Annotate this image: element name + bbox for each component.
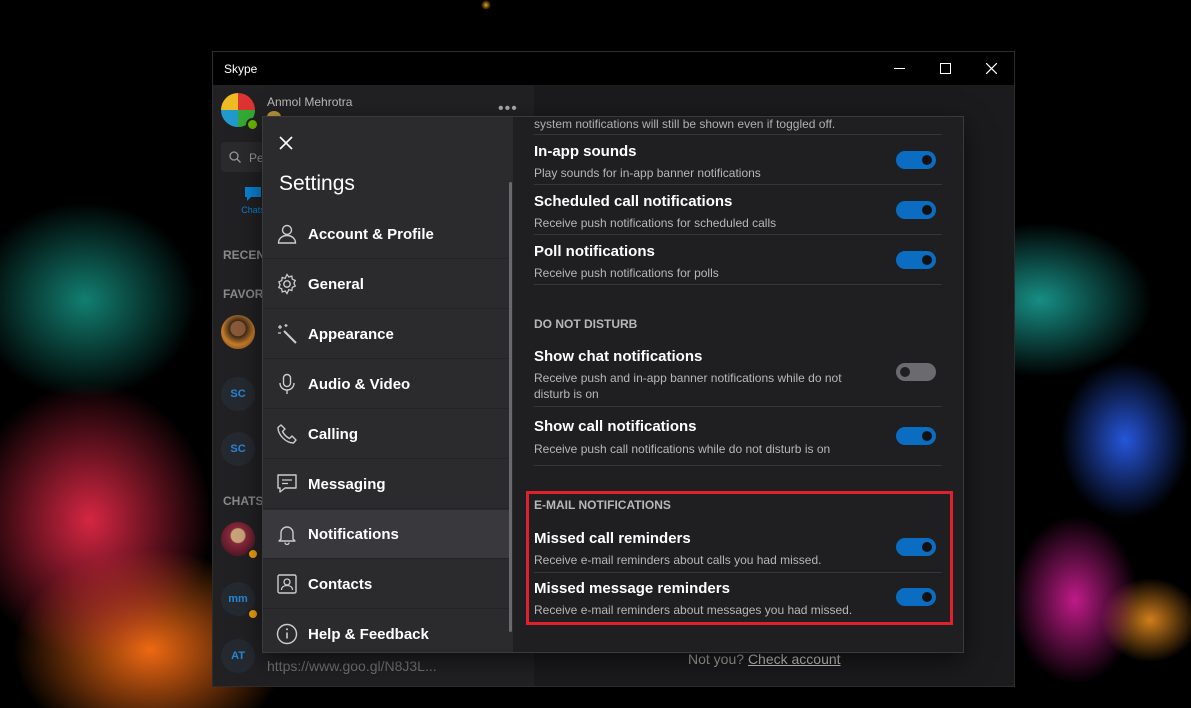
toggle-switch[interactable] — [896, 251, 936, 269]
nav-item-notifications[interactable]: Notifications — [263, 510, 511, 559]
toggle-switch[interactable] — [896, 363, 936, 381]
settings-nav: Settings Account & Profile General Appea… — [263, 117, 513, 652]
minimize-button[interactable] — [876, 52, 922, 85]
tab-chats-label: Chats — [241, 205, 265, 215]
close-settings-button[interactable] — [279, 136, 293, 150]
status-badge — [247, 548, 259, 560]
nav-item-general[interactable]: General — [263, 260, 511, 309]
minimize-icon — [893, 68, 905, 69]
info-icon — [276, 623, 298, 645]
not-you-text: Not you? Check account — [688, 651, 841, 667]
toggle-switch[interactable] — [896, 427, 936, 445]
chats-label: CHATS — [223, 494, 264, 508]
toggle-switch[interactable] — [896, 201, 936, 219]
contact-avatar[interactable]: AT — [221, 639, 255, 673]
nav-item-contacts[interactable]: Contacts — [263, 560, 511, 609]
contact-avatar[interactable] — [221, 315, 255, 349]
setting-row-poll: Poll notifications Receive push notifica… — [534, 234, 942, 285]
nav-item-audio-video[interactable]: Audio & Video — [263, 360, 511, 409]
close-window-button[interactable] — [968, 52, 1014, 85]
presence-indicator — [246, 118, 259, 131]
dnd-header: DO NOT DISTURB — [534, 317, 638, 331]
search-icon — [229, 151, 241, 163]
top-note-row: system notifications will still be shown… — [534, 117, 942, 135]
nav-item-messaging[interactable]: Messaging — [263, 460, 511, 509]
person-icon — [277, 224, 297, 244]
contacts-icon — [277, 574, 297, 594]
maximize-button[interactable] — [922, 52, 968, 85]
nav-item-account-profile[interactable]: Account & Profile — [263, 210, 511, 259]
bell-icon — [278, 526, 296, 545]
tab-chats[interactable]: Chats — [241, 185, 265, 220]
nav-item-help-feedback[interactable]: Help & Feedback — [263, 610, 511, 652]
message-icon — [277, 474, 297, 493]
gear-icon — [277, 273, 297, 295]
setting-row-scheduled-call: Scheduled call notifications Receive pus… — [534, 184, 942, 235]
maximize-icon — [939, 63, 951, 74]
window-title: Skype — [224, 62, 258, 76]
favorites-label: FAVOR — [223, 287, 264, 301]
status-badge — [247, 608, 259, 620]
more-options-button[interactable]: ••• — [498, 100, 518, 118]
settings-title: Settings — [279, 172, 355, 195]
toggle-switch[interactable] — [896, 151, 936, 169]
settings-dialog: Settings Account & Profile General Appea… — [263, 117, 963, 652]
search-placeholder: Pe — [249, 151, 264, 165]
contact-avatar[interactable]: SC — [221, 432, 255, 466]
top-note: system notifications will still be shown… — [534, 117, 836, 131]
nav-item-appearance[interactable]: Appearance — [263, 310, 511, 359]
title-bar: Skype — [213, 52, 1014, 85]
nav-item-calling[interactable]: Calling — [263, 410, 511, 459]
phone-icon — [277, 424, 297, 444]
profile-name[interactable]: Anmol Mehrotra — [267, 95, 352, 109]
check-account-link[interactable]: Check account — [748, 651, 841, 667]
contact-avatar[interactable]: SC — [221, 377, 255, 411]
chat-bubble-icon — [245, 187, 261, 201]
setting-row-in-app-sounds: In-app sounds Play sounds for in-app ban… — [534, 134, 942, 185]
nav-scrollbar[interactable] — [509, 182, 512, 632]
highlight-box — [526, 491, 953, 625]
microphone-icon — [279, 373, 295, 394]
setting-row-show-call-notifications: Show call notifications Receive push cal… — [534, 406, 942, 466]
magic-wand-icon — [278, 324, 297, 344]
close-icon — [985, 63, 997, 74]
chat-preview-link: https://www.goo.gl/N8J3L... — [267, 658, 437, 674]
setting-row-show-chat-notifications: Show chat notifications Receive push and… — [534, 339, 942, 407]
